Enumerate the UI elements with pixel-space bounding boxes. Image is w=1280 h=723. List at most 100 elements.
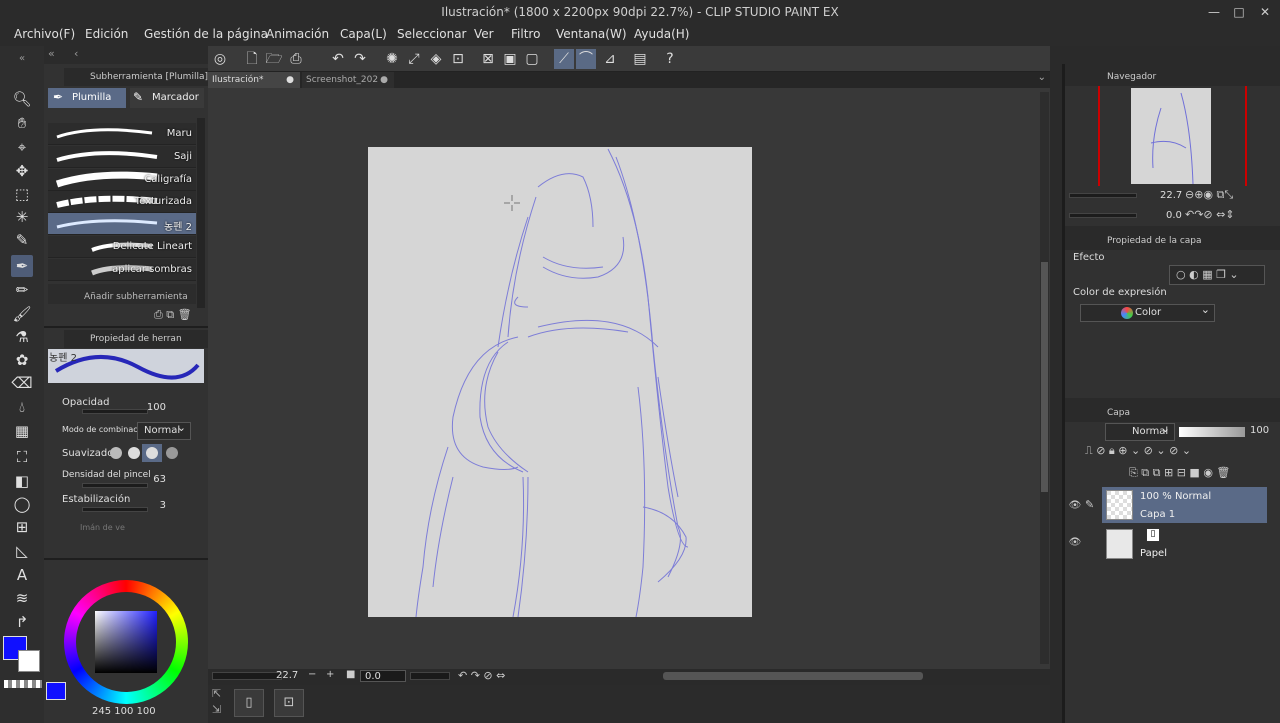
hand-tool-icon[interactable]: ✋︎ — [11, 112, 33, 134]
redo-icon[interactable]: ↷ — [350, 49, 370, 69]
layer-row-capa-1[interactable]: 100 % Normal Capa 1 — [1102, 487, 1267, 523]
pen-tool-icon[interactable]: ✒︎ — [11, 255, 33, 277]
layer-opacity-slider[interactable] — [1179, 427, 1245, 437]
stabilization-value[interactable]: 3 — [140, 500, 166, 511]
close-tab-icon[interactable]: ● — [380, 72, 388, 88]
color-square[interactable] — [95, 611, 157, 673]
zoom-slider[interactable] — [212, 672, 282, 680]
collapse-icon[interactable]: ⇲ — [212, 703, 221, 716]
save-icon[interactable]: ⎙ — [286, 49, 306, 69]
menu-edicion[interactable]: Edición — [85, 27, 128, 41]
opacity-slider[interactable] — [82, 409, 148, 414]
layer-lock-icons[interactable]: ⎍ ⊘ 🔒︎ ⊕ ⌄ ⊘ ⌄ ⊘ ⌄ — [1085, 444, 1191, 458]
brush-item-aplicar-sombras[interactable]: aplicar sombras — [48, 259, 196, 281]
small-color-swatch[interactable] — [46, 682, 66, 700]
transparent-color-swatch[interactable] — [4, 680, 42, 688]
brush-item-delicate-lineart[interactable]: Delicate Lineart — [48, 236, 196, 258]
selection-tool-icon[interactable]: ⬚ — [11, 183, 33, 205]
menu-capa[interactable]: Capa(L) — [340, 27, 387, 41]
snap-special-icon[interactable]: ⌒ — [576, 49, 596, 69]
brush-tool-icon[interactable]: 🖌︎ — [11, 303, 33, 325]
menu-archivo[interactable]: Archivo(F) — [14, 27, 75, 41]
navigator-zoom-icons[interactable]: ⊖⊕◉ ⧉⤡ — [1185, 188, 1233, 202]
navigator-angle-slider[interactable] — [1069, 213, 1137, 218]
navigator-rotate-icons[interactable]: ↶↷⊘ ⇔⇕ — [1185, 208, 1235, 221]
blend-icon[interactable]: 💧︎ — [11, 396, 33, 418]
density-value[interactable]: 63 — [140, 474, 166, 485]
menu-seleccionar[interactable]: Seleccionar — [397, 27, 466, 41]
menu-filtro[interactable]: Filtro — [511, 27, 540, 41]
brush-item-maru[interactable]: Maru — [48, 123, 196, 145]
decoration-icon[interactable]: ✿ — [11, 349, 33, 371]
brush-item-caligrafia[interactable]: Caligrafía — [48, 169, 196, 191]
gradient-icon[interactable]: ◧ — [11, 470, 33, 492]
text-tool-icon[interactable]: A — [11, 564, 33, 586]
navigator-zoom-slider[interactable] — [1069, 193, 1137, 198]
angle-value[interactable]: 0.0 — [360, 670, 406, 682]
clip-studio-icon[interactable]: ◎ — [210, 49, 230, 69]
expand-icon[interactable]: ⇱ — [212, 687, 221, 700]
fit-icon[interactable]: ■ — [346, 669, 355, 680]
subtool-scrollbar[interactable] — [197, 118, 205, 308]
zoom-out-icon[interactable]: − — [308, 669, 316, 680]
loading-icon[interactable]: ✺ — [382, 49, 402, 69]
airbrush-icon[interactable]: ⚗︎ — [11, 326, 33, 348]
eye-icon[interactable]: 👁︎ — [1068, 537, 1082, 551]
menu-ver[interactable]: Ver — [474, 27, 494, 41]
move-tool-icon[interactable]: ✥ — [11, 160, 33, 182]
crop-icon[interactable]: ▣ — [500, 49, 520, 69]
frame-icon[interactable]: ⊞ — [11, 516, 33, 538]
density-slider[interactable] — [82, 483, 148, 488]
brush-item-nongpen-2[interactable]: 농펜 2 — [48, 213, 196, 235]
snap-ruler-icon[interactable]: ⟋ — [554, 49, 574, 69]
menu-ayuda[interactable]: Ayuda(H) — [634, 27, 689, 41]
brush-item-texturizada[interactable]: Texturizada — [48, 191, 196, 213]
figure-icon[interactable]: ◯ — [11, 493, 33, 515]
smoothing-options[interactable] — [108, 444, 192, 462]
collapse-icon[interactable]: « — [11, 48, 33, 70]
navigator-preview[interactable] — [1131, 88, 1211, 185]
drawing-paper[interactable] — [368, 147, 752, 618]
layout-button[interactable]: ⊡ — [274, 689, 304, 717]
add-subtool[interactable]: Añadir subherramienta — [48, 284, 196, 304]
eraser-icon[interactable]: ⌫ — [11, 372, 33, 394]
effect-buttons[interactable]: ○ ◐ ▦ ❐ ⌄ — [1169, 265, 1265, 285]
menu-animacion[interactable]: Animación — [266, 27, 329, 41]
stabilization-slider[interactable] — [82, 507, 148, 512]
fill-bucket-icon[interactable]: ◈ — [426, 49, 446, 69]
horizontal-scrollbar[interactable] — [663, 672, 923, 680]
scrollbar-thumb[interactable] — [1041, 262, 1048, 492]
angle-slider[interactable] — [410, 672, 450, 680]
chevron-left-icon[interactable]: ‹ — [74, 47, 78, 60]
layer-opacity-value[interactable]: 100 — [1250, 425, 1269, 436]
opacity-value[interactable]: 100 — [140, 402, 166, 413]
navigator-zoom-value[interactable]: 22.7 — [1160, 190, 1182, 201]
balloon-icon[interactable]: ≋ — [11, 587, 33, 609]
snap-grid-icon[interactable]: ⊿ — [600, 49, 620, 69]
zoom-value[interactable]: 22.7 — [276, 670, 298, 681]
eyedropper-icon[interactable]: ✎ — [11, 229, 33, 251]
tab-screenshot[interactable]: Screenshot_202 ● — [302, 72, 394, 88]
close-icon[interactable]: ✕ — [1256, 3, 1274, 21]
layer-row-papel[interactable]: ▯ Papel — [1102, 526, 1267, 562]
tabs-dropdown-icon[interactable]: ⌄ — [1038, 72, 1046, 83]
operation-tool-icon[interactable]: ⌖ — [11, 136, 33, 158]
ruler-icon[interactable]: ◺ — [11, 540, 33, 562]
eye-icon[interactable]: 👁︎ — [1068, 500, 1082, 514]
menu-ventana[interactable]: Ventana(W) — [556, 27, 627, 41]
undo-icon[interactable]: ↶ — [328, 49, 348, 69]
pencil-tool-icon[interactable]: ✏︎ — [11, 279, 33, 301]
layer-action-icons[interactable]: ⎘ ⧉ ⧉ ⊞ ⊟ ■ ◉ 🗑︎ — [1129, 466, 1230, 480]
maximize-icon[interactable]: □ — [1230, 3, 1248, 21]
frame-view-icon[interactable]: ▢ — [522, 49, 542, 69]
canvas-vertical-scrollbar[interactable] — [1040, 92, 1049, 664]
help-icon[interactable]: ? — [660, 49, 680, 69]
zoom-in-icon[interactable]: + — [326, 669, 334, 680]
rotate-icons[interactable]: ↶ ↷ ⊘ ⇔ — [458, 669, 505, 682]
grid-off-icon[interactable]: ⊠ — [478, 49, 498, 69]
view-mode-button[interactable]: ▯ — [234, 689, 264, 717]
grid-icon[interactable]: ▦ — [11, 420, 33, 442]
zoom-tool-icon[interactable]: 🔍︎ — [11, 88, 33, 110]
open-icon[interactable]: 🗁︎ — [264, 49, 284, 69]
color-expression-select[interactable]: Color — [1080, 302, 1215, 322]
